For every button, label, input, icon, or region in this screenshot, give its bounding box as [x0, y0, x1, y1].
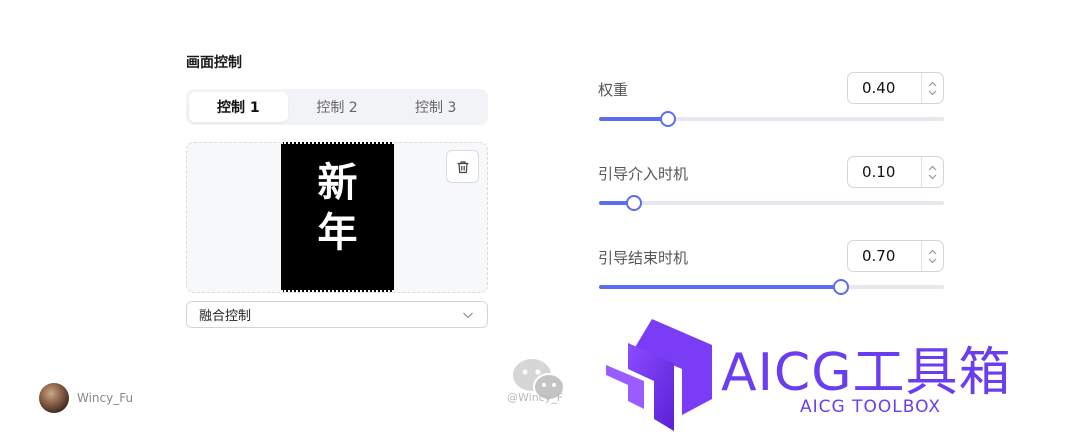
delete-image-button[interactable]	[446, 150, 479, 183]
control-mode-value: 融合控制	[199, 309, 252, 324]
stepper-icon[interactable]	[921, 241, 943, 271]
tab-control-3[interactable]: 控制 3	[386, 92, 485, 122]
stepper-icon[interactable]	[921, 73, 943, 103]
slider-fill	[599, 285, 841, 289]
slider-label: 权重	[598, 81, 629, 99]
slider-label: 引导介入时机	[598, 165, 689, 183]
control-mode-select[interactable]: 融合控制	[186, 301, 488, 328]
brand-name-en: AICG TOOLBOX	[800, 397, 942, 417]
slider-number-value: 0.40	[862, 79, 896, 97]
tab-control-1[interactable]: 控制 1	[189, 92, 288, 122]
control-tabs: 控制 1 控制 2 控制 3	[186, 89, 488, 125]
preview-char-2: 年	[317, 209, 358, 256]
tab-control-2[interactable]: 控制 2	[288, 92, 387, 122]
brand-name-cn: AICG工具箱	[721, 343, 1012, 403]
slider-track[interactable]	[599, 111, 944, 127]
slider-number-input[interactable]: 0.10	[847, 156, 944, 188]
aicg-logo-icon	[606, 319, 712, 431]
slider-number-value: 0.70	[862, 247, 896, 265]
chevron-down-icon	[463, 312, 473, 319]
avatar	[39, 383, 69, 413]
slider-number-input[interactable]: 0.40	[847, 72, 944, 104]
trash-icon	[457, 160, 468, 173]
slider-thumb[interactable]	[660, 111, 676, 127]
slider-track[interactable]	[599, 279, 944, 295]
slider-thumb[interactable]	[832, 279, 849, 295]
slider-fill	[599, 117, 668, 121]
preview-char-1: 新	[317, 159, 358, 206]
watermark-text: @Wincy_F	[507, 391, 564, 404]
slider-track[interactable]	[599, 195, 944, 211]
slider-number-input[interactable]: 0.70	[847, 240, 944, 272]
section-title: 画面控制	[186, 55, 242, 71]
author-name: Wincy_Fu	[77, 391, 134, 405]
control-image-preview: 新 年	[281, 142, 394, 292]
slider-label: 引导结束时机	[598, 249, 689, 267]
slider-thumb[interactable]	[625, 195, 642, 211]
stepper-icon[interactable]	[921, 157, 943, 187]
slider-number-value: 0.10	[862, 163, 896, 181]
